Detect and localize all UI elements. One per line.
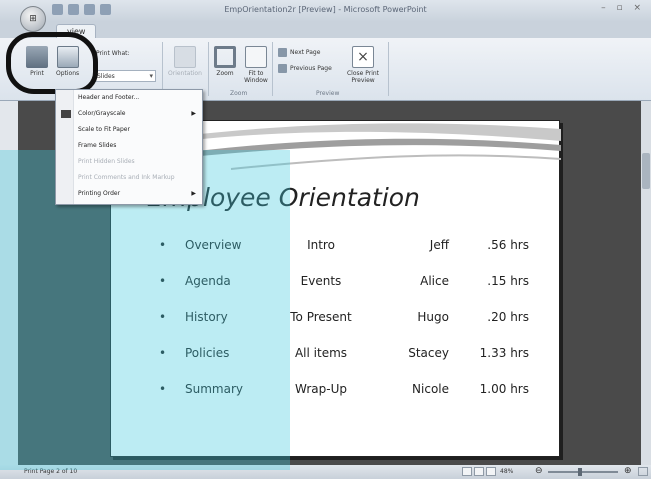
next-page-icon bbox=[278, 48, 287, 57]
row-time: .56 hrs bbox=[487, 238, 529, 252]
bullet-icon: • bbox=[159, 274, 167, 288]
bullet-icon: • bbox=[159, 310, 167, 324]
menu-item-label: Scale to Fit Paper bbox=[78, 126, 130, 133]
row-topic: Summary bbox=[185, 382, 243, 396]
print-what-select[interactable]: Slides bbox=[94, 70, 156, 82]
separator bbox=[208, 42, 209, 96]
menu-item-color-grayscale[interactable]: Color/Grayscale ▶ bbox=[56, 106, 202, 122]
left-strip bbox=[0, 101, 18, 465]
close-icon: × bbox=[352, 46, 374, 68]
zoom-slider[interactable] bbox=[548, 471, 618, 473]
row-presenter: Hugo bbox=[417, 310, 449, 324]
zoom-group-label: Zoom bbox=[230, 90, 248, 97]
previous-page-button[interactable]: Previous Page bbox=[278, 64, 332, 73]
separator bbox=[388, 42, 389, 96]
grayscale-icon bbox=[61, 110, 71, 118]
orientation-button[interactable]: Orientation bbox=[168, 46, 202, 77]
menu-item-label: Frame Slides bbox=[78, 142, 117, 149]
row-presenter: Stacey bbox=[408, 346, 449, 360]
window-title: EmpOrientation2r [Preview] - Microsoft P… bbox=[224, 5, 427, 14]
normal-view-icon[interactable] bbox=[462, 467, 472, 476]
zoom-label: Zoom bbox=[216, 70, 234, 77]
agenda-table: • Overview Intro Jeff .56 hrs • Agenda E… bbox=[159, 227, 529, 407]
orientation-label: Orientation bbox=[168, 70, 202, 77]
menu-item-print-hidden: Print Hidden Slides bbox=[56, 154, 202, 170]
menu-item-print-comments: Print Comments and Ink Markup bbox=[56, 170, 202, 186]
menu-item-label: Color/Grayscale bbox=[78, 110, 126, 117]
row-description: To Present bbox=[290, 310, 352, 324]
submenu-arrow-icon: ▶ bbox=[191, 110, 196, 117]
menu-item-label: Header and Footer... bbox=[78, 94, 140, 101]
zoom-in-icon[interactable]: ⊕ bbox=[624, 466, 632, 476]
submenu-arrow-icon: ▶ bbox=[191, 190, 196, 197]
office-button[interactable]: ⊞ bbox=[20, 6, 46, 32]
next-page-label: Next Page bbox=[290, 49, 321, 56]
table-row: • Policies All items Stacey 1.33 hrs bbox=[159, 335, 529, 371]
separator bbox=[162, 42, 163, 96]
row-description: Intro bbox=[307, 238, 335, 252]
table-row: • Summary Wrap-Up Nicole 1.00 hrs bbox=[159, 371, 529, 407]
close-label: Close Print Preview bbox=[346, 70, 380, 84]
title-bar: EmpOrientation2r [Preview] - Microsoft P… bbox=[0, 0, 651, 22]
menu-item-label: Print Hidden Slides bbox=[78, 158, 135, 165]
row-presenter: Nicole bbox=[412, 382, 449, 396]
bullet-icon: • bbox=[159, 346, 167, 360]
fit-label: Fit to Window bbox=[244, 70, 268, 84]
magnifier-icon bbox=[214, 46, 236, 68]
slide-sorter-icon[interactable] bbox=[474, 467, 484, 476]
menu-item-label: Printing Order bbox=[78, 190, 121, 197]
row-time: .20 hrs bbox=[487, 310, 529, 324]
menu-item-header-footer[interactable]: Header and Footer... bbox=[56, 90, 202, 106]
previous-page-icon bbox=[278, 64, 287, 73]
menu-item-scale-to-fit[interactable]: Scale to Fit Paper bbox=[56, 122, 202, 138]
table-row: • Agenda Events Alice .15 hrs bbox=[159, 263, 529, 299]
slide-show-icon[interactable] bbox=[486, 467, 496, 476]
row-description: All items bbox=[294, 346, 348, 360]
row-presenter: Alice bbox=[420, 274, 449, 288]
print-what-label: Print What: bbox=[96, 50, 130, 57]
separator bbox=[272, 42, 273, 96]
close-print-preview-button[interactable]: × Close Print Preview bbox=[344, 46, 382, 84]
menu-item-printing-order[interactable]: Printing Order ▶ bbox=[56, 186, 202, 202]
zoom-level[interactable]: 48% bbox=[500, 468, 513, 475]
zoom-slider-thumb[interactable] bbox=[578, 468, 582, 476]
bullet-icon: • bbox=[159, 238, 167, 252]
previous-page-label: Previous Page bbox=[290, 65, 332, 72]
row-topic: History bbox=[185, 310, 228, 324]
row-topic: Agenda bbox=[185, 274, 231, 288]
row-time: 1.00 hrs bbox=[479, 382, 529, 396]
row-time: .15 hrs bbox=[487, 274, 529, 288]
status-bar: Print Page 2 of 10 48% ⊖ ⊕ bbox=[0, 465, 651, 479]
fit-to-window-button[interactable]: Fit to Window bbox=[242, 46, 270, 84]
window-controls[interactable]: – ▫ × bbox=[601, 3, 645, 13]
row-description: Wrap-Up bbox=[295, 382, 347, 396]
row-topic: Policies bbox=[185, 346, 230, 360]
highlight-circle bbox=[6, 32, 98, 94]
table-row: • Overview Intro Jeff .56 hrs bbox=[159, 227, 529, 263]
menu-item-label: Print Comments and Ink Markup bbox=[78, 174, 175, 181]
options-menu: Header and Footer... Color/Grayscale ▶ S… bbox=[55, 89, 203, 205]
zoom-out-icon[interactable]: ⊖ bbox=[535, 466, 543, 476]
row-description: Events bbox=[300, 274, 342, 288]
ribbon-tab-row: view bbox=[0, 22, 651, 38]
table-row: • History To Present Hugo .20 hrs bbox=[159, 299, 529, 335]
row-topic: Overview bbox=[185, 238, 242, 252]
menu-item-frame-slides[interactable]: Frame Slides bbox=[56, 138, 202, 154]
view-buttons bbox=[462, 467, 496, 476]
row-time: 1.33 hrs bbox=[479, 346, 529, 360]
bullet-icon: • bbox=[159, 382, 167, 396]
scrollbar-thumb[interactable] bbox=[642, 153, 650, 189]
next-page-button[interactable]: Next Page bbox=[278, 48, 320, 57]
orientation-icon bbox=[173, 46, 196, 68]
page-indicator: Print Page 2 of 10 bbox=[24, 468, 78, 475]
row-presenter: Jeff bbox=[429, 238, 449, 252]
preview-group-label: Preview bbox=[316, 90, 340, 97]
fit-window-icon bbox=[245, 46, 267, 68]
zoom-button[interactable]: Zoom bbox=[214, 46, 236, 77]
fit-slide-icon[interactable] bbox=[638, 467, 648, 476]
